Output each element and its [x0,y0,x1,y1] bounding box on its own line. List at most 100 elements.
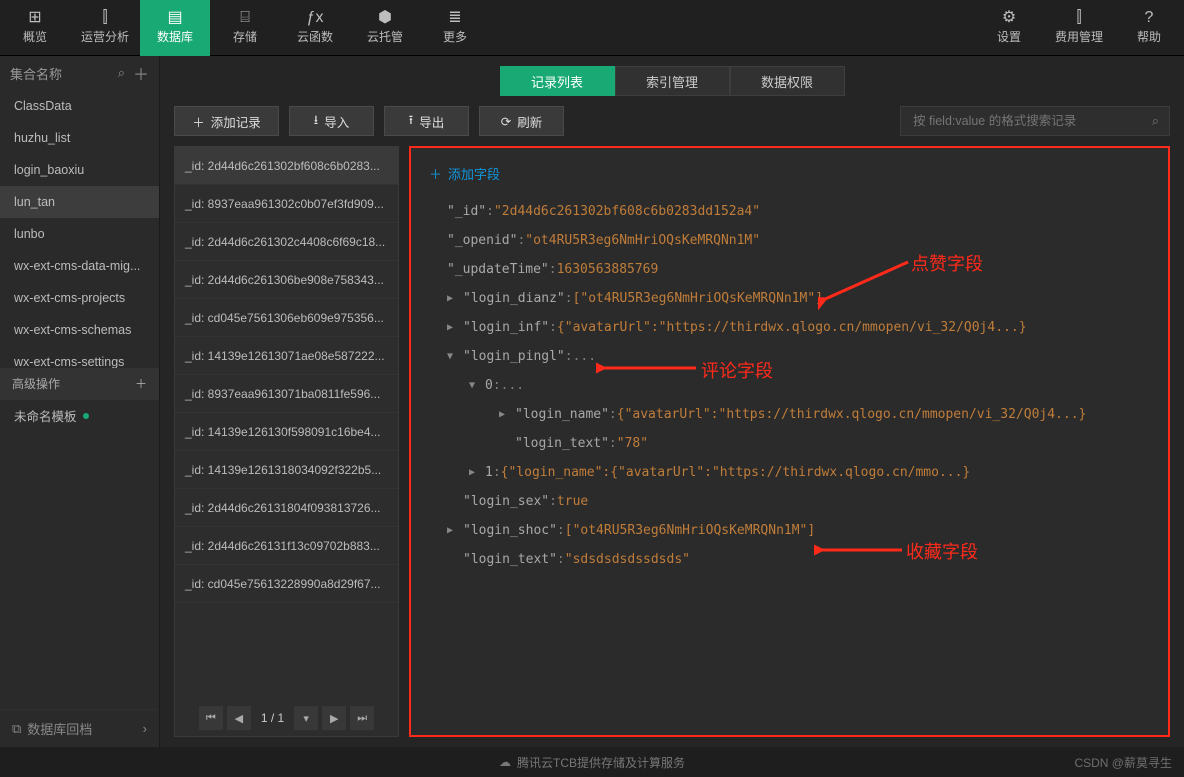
collection-list: ClassData huzhu_list login_baoxiu lun_ta… [0,90,159,368]
search-input[interactable]: ⌕ [900,106,1170,136]
download-icon: ⭳ [314,111,318,132]
stack-icon: ≣ [448,10,461,26]
json-field[interactable]: ▼0: ... [429,371,1150,400]
tab-permissions[interactable]: 数据权限 [730,66,845,96]
arrow-icon [814,542,906,558]
tab-indexes[interactable]: 索引管理 [615,66,730,96]
caret-right-icon[interactable]: ▶ [499,409,511,420]
list-icon: ▤ [167,10,182,26]
plus-icon: ＋ [192,112,205,131]
record-row[interactable]: _id: cd045e7561306eb609e975356... [175,299,398,337]
collection-item[interactable]: huzhu_list [0,122,159,154]
caret-right-icon[interactable]: ▶ [447,293,459,304]
record-list: _id: 2d44d6c261302bf608c6b0283... _id: 8… [174,146,399,737]
nav-storage[interactable]: ⌸存储 [210,0,280,56]
pager-prev[interactable]: ◀ [227,706,251,730]
record-row[interactable]: _id: 2d44d6c261306be908e758343... [175,261,398,299]
record-row[interactable]: _id: 14139e1261318034092f322b5... [175,451,398,489]
json-field[interactable]: "_id": "2d44d6c261302bf608c6b0283dd152a4… [429,197,1150,226]
footer-text: 腾讯云TCB提供存储及计算服务 [517,754,685,771]
help-icon: ? [1145,10,1154,26]
add-field-button[interactable]: ＋添加字段 [429,164,1150,183]
content-area: 记录列表 索引管理 数据权限 ＋添加记录 ⭳导入 ⭱导出 ⟳刷新 ⌕ _id: … [160,56,1184,747]
pager: ⏮ ◀ 1 / 1 ▾ ▶ ⏭ [175,700,398,736]
advanced-section[interactable]: 高级操作＋ [0,368,159,400]
sidebar-title: 集合名称 [10,64,62,83]
nav-overview[interactable]: ⊞概览 [0,0,70,56]
json-field[interactable]: "_updateTime": 1630563885769 [429,255,1150,284]
json-field[interactable]: ▶1: {"login_name":{"avatarUrl":"https://… [429,458,1150,487]
template-item[interactable]: 未命名模板 [0,400,159,432]
annotation-collect: 收藏字段 [906,538,978,564]
record-row[interactable]: _id: 14139e126130f598091c16be4... [175,413,398,451]
chevron-right-icon: › [143,721,147,736]
collection-item[interactable]: wx-ext-cms-settings [0,346,159,368]
json-field[interactable]: "_openid": "ot4RU5R3eg6NmHriOQsKeMRQNn1M… [429,226,1150,255]
collection-item[interactable]: lun_tan [0,186,159,218]
nav-help[interactable]: ?帮助 [1114,0,1184,56]
json-field[interactable]: ▶"login_inf": {"avatarUrl":"https://thir… [429,313,1150,342]
record-detail: ＋添加字段 "_id": "2d44d6c261302bf608c6b0283d… [409,146,1170,737]
caret-right-icon[interactable]: ▶ [447,525,459,536]
add-record-button[interactable]: ＋添加记录 [174,106,279,136]
record-row[interactable]: _id: 2d44d6c261302c4408c6f69c18... [175,223,398,261]
refresh-icon: ⟳ [501,114,511,129]
search-icon[interactable]: ⌕ [118,65,125,81]
toolbar: ＋添加记录 ⭳导入 ⭱导出 ⟳刷新 ⌕ [160,106,1184,146]
tab-records[interactable]: 记录列表 [500,66,615,96]
export-button[interactable]: ⭱导出 [384,106,469,136]
json-field[interactable]: ▶"login_shoc": ["ot4RU5R3eg6NmHriOQsKeMR… [429,516,1150,545]
list-icon: ⧉ [12,721,21,737]
record-row[interactable]: _id: cd045e75613228990a8d29f67... [175,565,398,603]
caret-right-icon[interactable]: ▶ [469,467,481,478]
record-row[interactable]: _id: 14139e12613071ae08e587222... [175,337,398,375]
nav-more[interactable]: ≣更多 [420,0,490,56]
cube-icon: ⬢ [378,10,392,26]
pager-text: 1 / 1 [255,711,290,725]
annotation-comment: 评论字段 [701,357,773,383]
json-field[interactable]: "login_text": "78" [429,429,1150,458]
collection-item[interactable]: wx-ext-cms-projects [0,282,159,314]
record-row[interactable]: _id: 2d44d6c26131f13c09702b883... [175,527,398,565]
caret-down-icon[interactable]: ▼ [447,351,459,362]
json-field[interactable]: "login_text": "sdsdsdsdssdsds" [429,545,1150,574]
pager-last[interactable]: ⏭ [350,706,374,730]
record-row[interactable]: _id: 2d44d6c26131804f093813726... [175,489,398,527]
pager-first[interactable]: ⏮ [199,706,223,730]
record-row[interactable]: _id: 2d44d6c261302bf608c6b0283... [175,147,398,185]
collection-item[interactable]: wx-ext-cms-data-mig... [0,250,159,282]
cloud-icon: ☁ [499,755,511,769]
top-nav: ⊞概览 ⫿运营分析 ▤数据库 ⌸存储 ƒx云函数 ⬢云托管 ≣更多 ⚙设置 ⫿费… [0,0,1184,56]
nav-hosting[interactable]: ⬢云托管 [350,0,420,56]
nav-database[interactable]: ▤数据库 [140,0,210,56]
search-icon[interactable]: ⌕ [1152,113,1159,129]
import-button[interactable]: ⭳导入 [289,106,374,136]
collection-item[interactable]: lunbo [0,218,159,250]
nav-settings[interactable]: ⚙设置 [974,0,1044,56]
refresh-button[interactable]: ⟳刷新 [479,106,564,136]
pager-dropdown[interactable]: ▾ [294,706,318,730]
db-rollback[interactable]: ⧉数据库回档 › [0,709,159,747]
json-field[interactable]: "login_sex": true [429,487,1150,516]
arrow-icon [818,260,913,310]
search-field[interactable] [911,113,1131,129]
arrow-icon [596,360,701,376]
collection-item[interactable]: wx-ext-cms-schemas [0,314,159,346]
storage-icon: ⌸ [240,10,250,26]
status-dot-icon [83,413,89,419]
pager-next[interactable]: ▶ [322,706,346,730]
nav-cloudfn[interactable]: ƒx云函数 [280,0,350,56]
json-field[interactable]: ▼"login_pingl": ... [429,342,1150,371]
plus-icon[interactable]: ＋ [135,375,147,392]
collection-item[interactable]: login_baoxiu [0,154,159,186]
json-field[interactable]: ▶"login_dianz": ["ot4RU5R3eg6NmHriOQsKeM… [429,284,1150,313]
json-field[interactable]: ▶"login_name": {"avatarUrl":"https://thi… [429,400,1150,429]
nav-billing[interactable]: ⫿费用管理 [1044,0,1114,56]
collection-item[interactable]: ClassData [0,90,159,122]
nav-analytics[interactable]: ⫿运营分析 [70,0,140,56]
add-collection-icon[interactable]: ＋ [133,61,149,85]
caret-down-icon[interactable]: ▼ [469,380,481,391]
record-row[interactable]: _id: 8937eaa961302c0b07ef3fd909... [175,185,398,223]
record-row[interactable]: _id: 8937eaa9613071ba0811fe596... [175,375,398,413]
caret-right-icon[interactable]: ▶ [447,322,459,333]
